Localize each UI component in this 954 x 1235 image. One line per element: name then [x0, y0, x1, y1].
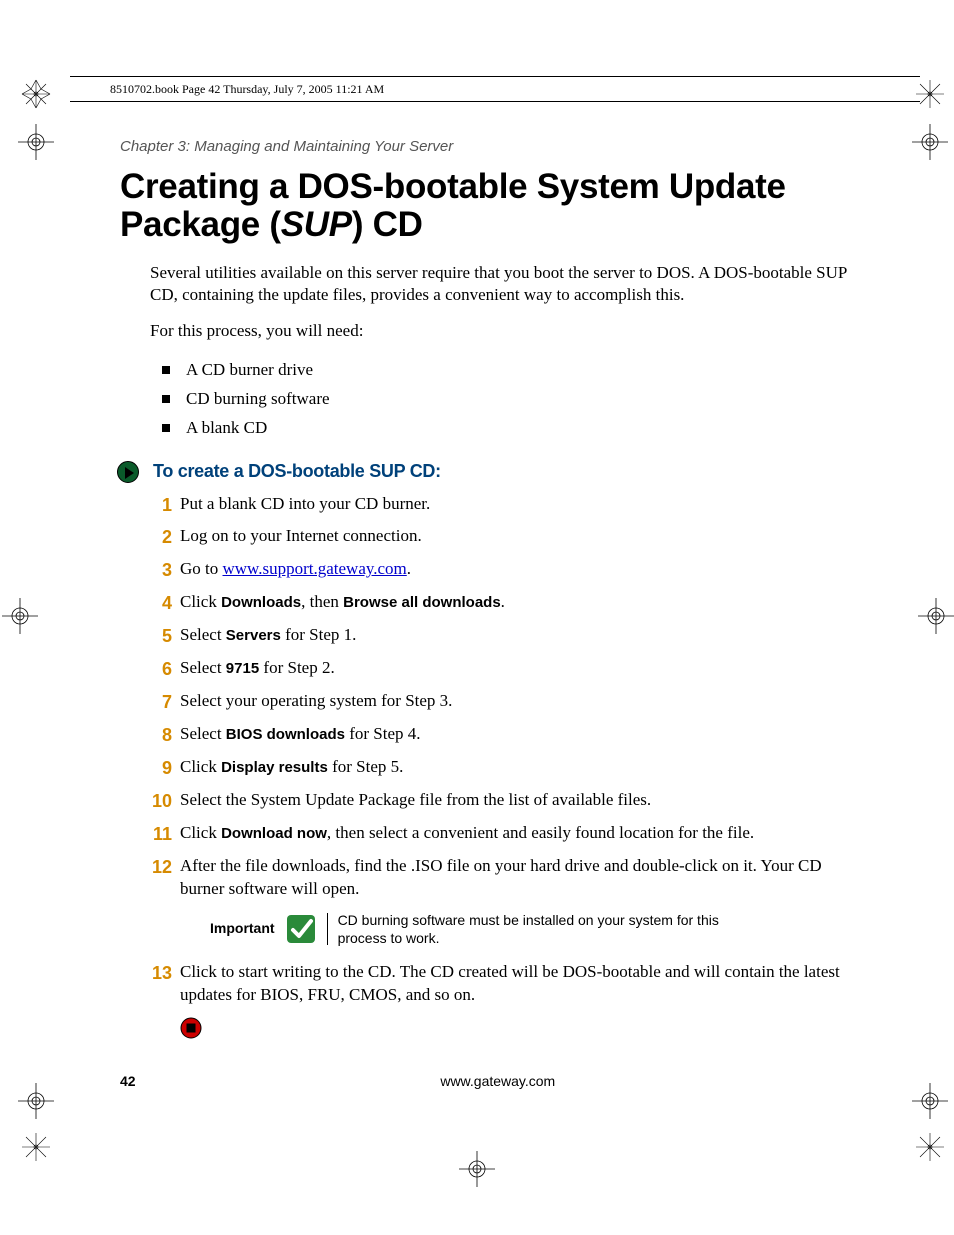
title-italic: SUP: [281, 205, 352, 244]
step: 11Click Download now, then select a conv…: [150, 822, 860, 845]
page-footer: 42 www.gateway.com: [120, 1073, 860, 1089]
step-text: Select: [180, 625, 226, 644]
step-text: Log on to your Internet connection.: [180, 526, 422, 545]
intro-paragraph: Several utilities available on this serv…: [150, 262, 860, 306]
print-registration-icon: [18, 1083, 54, 1119]
step: 7Select your operating system for Step 3…: [150, 690, 860, 713]
step: 12After the file downloads, find the .IS…: [150, 855, 860, 947]
step-text: , then select a convenient and easily fo…: [327, 823, 754, 842]
title-text: ) CD: [352, 205, 423, 244]
footer-url: www.gateway.com: [136, 1073, 860, 1089]
step-number: 12: [142, 855, 172, 879]
step-text: Select: [180, 658, 226, 677]
step-number: 2: [142, 525, 172, 549]
play-icon: [117, 461, 139, 483]
header-rule: [70, 101, 920, 102]
page-number: 42: [120, 1073, 136, 1089]
step: 8Select BIOS downloads for Step 4.: [150, 723, 860, 746]
step-number: 9: [142, 756, 172, 780]
header-rule: [70, 76, 920, 77]
needs-list: A CD burner drive CD burning software A …: [150, 356, 860, 443]
step-text: Click: [180, 823, 221, 842]
step-number: 4: [142, 591, 172, 615]
step-number: 5: [142, 624, 172, 648]
step-text: Click: [180, 757, 221, 776]
important-text: CD burning software must be installed on…: [338, 911, 768, 947]
ui-label: BIOS downloads: [226, 726, 345, 743]
step: 1Put a blank CD into your CD burner.: [150, 493, 860, 516]
step-text: Click: [180, 592, 221, 611]
page-title: Creating a DOS-bootable System Update Pa…: [120, 168, 860, 244]
step-number: 10: [142, 789, 172, 813]
need-intro: For this process, you will need:: [150, 320, 860, 342]
step-text: Go to: [180, 559, 223, 578]
ui-label: Servers: [226, 627, 281, 644]
important-label: Important: [210, 919, 275, 938]
important-note: Important CD burning software must be in…: [210, 911, 860, 947]
step-number: 11: [142, 822, 172, 846]
print-registration-icon: [918, 598, 954, 634]
ui-label: Download now: [221, 825, 327, 842]
procedure-heading: To create a DOS-bootable SUP CD:: [153, 461, 441, 482]
step-text: , then: [301, 592, 343, 611]
step-text: for Step 4.: [345, 724, 421, 743]
print-registration-icon: [912, 1083, 948, 1119]
stop-icon: [180, 1017, 202, 1039]
step: 6Select 9715 for Step 2.: [150, 657, 860, 680]
step: 9Click Display results for Step 5.: [150, 756, 860, 779]
step: 3Go to www.support.gateway.com.: [150, 558, 860, 581]
step-text: .: [407, 559, 411, 578]
book-header: 8510702.book Page 42 Thursday, July 7, 2…: [110, 82, 384, 97]
print-registration-icon: [2, 598, 38, 634]
step-text: After the file downloads, find the .ISO …: [180, 856, 822, 898]
step-text: for Step 1.: [281, 625, 357, 644]
title-text: Creating a DOS-bootable System Update Pa…: [120, 167, 786, 244]
print-starburst-icon: [914, 78, 946, 110]
ui-label: Display results: [221, 759, 328, 776]
step-text: for Step 2.: [259, 658, 335, 677]
ui-label: 9715: [226, 660, 259, 677]
step-text: Put a blank CD into your CD burner.: [180, 494, 430, 513]
step-text: Select the System Update Package file fr…: [180, 790, 651, 809]
step-number: 3: [142, 558, 172, 582]
step: 2Log on to your Internet connection.: [150, 525, 860, 548]
print-starburst-icon: [20, 1131, 52, 1163]
ui-label: Browse all downloads: [343, 594, 501, 611]
step-number: 1: [142, 493, 172, 517]
step-text: Click to start writing to the CD. The CD…: [180, 962, 840, 1004]
print-registration-icon: [18, 124, 54, 160]
step-number: 6: [142, 657, 172, 681]
ui-label: Downloads: [221, 594, 301, 611]
support-link[interactable]: www.support.gateway.com: [223, 559, 407, 578]
step-number: 13: [142, 961, 172, 985]
print-registration-icon: [459, 1151, 495, 1187]
step-text: Select your operating system for Step 3.: [180, 691, 452, 710]
step: 13Click to start writing to the CD. The …: [150, 961, 860, 1007]
step: 4Click Downloads, then Browse all downlo…: [150, 591, 860, 614]
list-item: A blank CD: [150, 414, 860, 443]
step-text: for Step 5.: [328, 757, 404, 776]
print-starburst-icon: [914, 1131, 946, 1163]
step: 5Select Servers for Step 1.: [150, 624, 860, 647]
chapter-label: Chapter 3: Managing and Maintaining Your…: [120, 138, 453, 155]
step-text: .: [501, 592, 505, 611]
print-registration-icon: [912, 124, 948, 160]
list-item: CD burning software: [150, 385, 860, 414]
steps-list: 1Put a blank CD into your CD burner. 2Lo…: [150, 493, 860, 1007]
list-item: A CD burner drive: [150, 356, 860, 385]
print-starburst-icon: [20, 78, 52, 110]
checkmark-icon: [285, 913, 328, 945]
step-number: 8: [142, 723, 172, 747]
step: 10Select the System Update Package file …: [150, 789, 860, 812]
step-text: Select: [180, 724, 226, 743]
step-number: 7: [142, 690, 172, 714]
